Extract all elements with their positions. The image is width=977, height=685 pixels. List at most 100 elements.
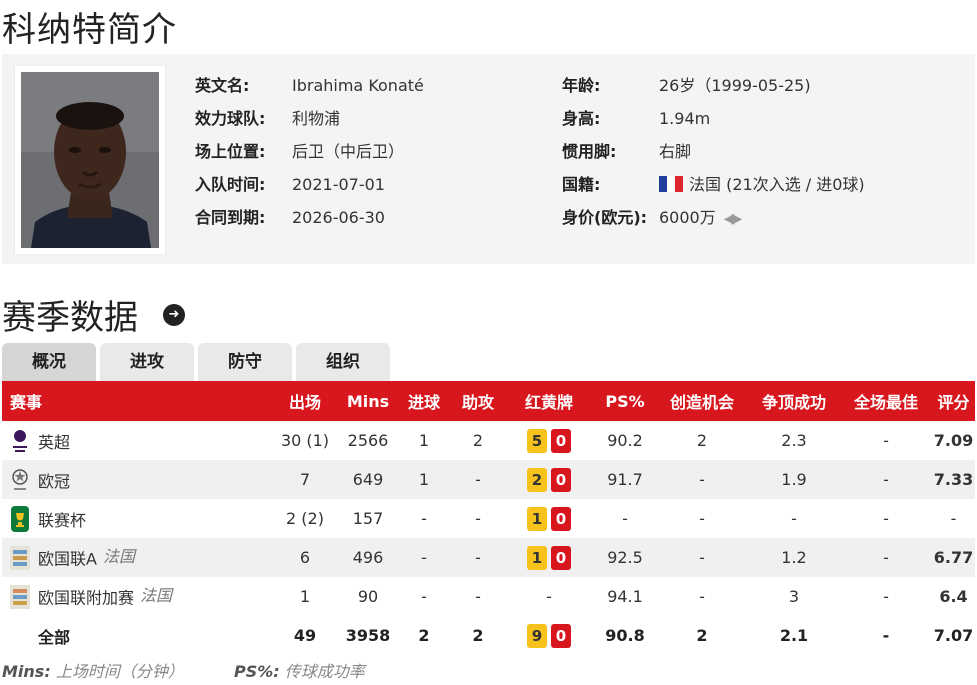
apps-cell: 49 (293, 626, 317, 645)
pass-pct-cell: 90.2 (607, 431, 643, 450)
aerials-cell: 1.9 (748, 460, 840, 499)
goals-cell: - (421, 509, 427, 528)
col-apps: 出场 (270, 381, 340, 421)
champions-league-icon (8, 466, 32, 494)
player-photo (21, 72, 159, 248)
rating-cell: 7.07 (933, 626, 974, 645)
rating-cell: 7.09 (933, 431, 974, 450)
red-card-badge: 0 (551, 467, 571, 492)
cards-cell: - (546, 587, 552, 606)
motm-cell: - (840, 460, 932, 499)
competition-cell: 英超 (2, 421, 270, 460)
tab-passing[interactable]: 组织 (296, 343, 390, 381)
tab-defense[interactable]: 防守 (198, 343, 292, 381)
aerials-cell: - (791, 509, 797, 528)
rating-cell: - (950, 509, 957, 528)
yellow-card-badge: 5 (527, 428, 547, 453)
competition-cell: 欧国联附加赛 法国 (2, 577, 270, 616)
competition-cell: 欧国联A 法国 (2, 538, 270, 577)
red-card-badge: 0 (551, 506, 571, 531)
league-cup-icon (8, 505, 32, 533)
pass-pct-cell: - (622, 509, 628, 528)
competition-cell: 欧冠 (2, 460, 270, 499)
apps-cell: 30 (1) (280, 431, 330, 450)
profile-left-value-1: 利物浦 (292, 109, 341, 128)
yellow-card-badge: 1 (527, 506, 547, 531)
france-flag-icon (659, 176, 683, 192)
premier-league-icon (8, 427, 32, 455)
assists-cell: 2 (472, 431, 484, 450)
tab-overview[interactable]: 概况 (2, 343, 96, 381)
assists-cell: - (452, 538, 504, 577)
table-row[interactable]: 英超 30 (1) 2566 1 2 5 0 90.2 2 2.3 - 7.09 (2, 421, 975, 460)
cards-cell: 90 (504, 616, 594, 655)
competition-name[interactable]: 英超 (38, 433, 70, 452)
season-stats-title: 赛季数据 (2, 298, 138, 338)
footnote-mins-key: Mins: (2, 662, 51, 681)
col-goals: 进球 (396, 381, 452, 421)
col-assists: 助攻 (452, 381, 504, 421)
table-header-row: 赛事 出场 Mins 进球 助攻 红黄牌 PS% 创造机会 争顶成功 全场最佳 … (2, 381, 975, 421)
mins-cell: 90 (357, 587, 379, 606)
competition-name[interactable]: 欧国联A (38, 550, 97, 569)
mins-cell: 649 (340, 460, 396, 499)
aerials-cell: 2.1 (779, 626, 809, 645)
assists-cell: - (475, 587, 481, 606)
profile-right-value-2: 右脚 (659, 142, 692, 161)
profile-right-value-4: 6000万 ◀▶ (659, 208, 742, 229)
profile-left-label-0: 英文名: (195, 76, 250, 95)
profile-right-label-1: 身高: (562, 109, 601, 128)
trend-arrows-icon[interactable]: ◀▶ (724, 209, 742, 229)
competition-team: 法国 (140, 586, 173, 606)
col-cards: 红黄牌 (504, 381, 594, 421)
page-title: 科纳特简介 (2, 10, 177, 50)
cards-cell: 20 (504, 460, 594, 499)
col-rating: 评分 (932, 381, 975, 421)
player-profile-card: 英文名: Ibrahima Konaté 效力球队: 利物浦 场上位置: 后卫（中后卫） 入… (2, 54, 975, 264)
assists-cell: - (452, 460, 504, 499)
yellow-card-badge: 2 (527, 467, 547, 492)
nations-league-icon (8, 544, 32, 572)
competition-name[interactable]: 欧国联附加赛 (38, 589, 134, 608)
goals-cell: 1 (396, 460, 452, 499)
total-label: 全部 (38, 627, 71, 647)
pass-pct-cell: 92.5 (594, 538, 656, 577)
arrow-right-icon[interactable]: ➜ (163, 304, 185, 326)
mins-cell: 3958 (345, 626, 391, 645)
chances-cell: - (656, 538, 748, 577)
apps-cell: 6 (270, 538, 340, 577)
assists-cell: - (475, 509, 481, 528)
red-card-badge: 0 (551, 623, 571, 648)
pass-pct-cell: 91.7 (594, 460, 656, 499)
profile-right-label-3: 国籍: (562, 175, 601, 194)
nations-league-playoff-icon (8, 583, 32, 611)
profile-right-value-0: 26岁（1999-05-25) (659, 76, 811, 95)
competition-name[interactable]: 联赛杯 (38, 511, 86, 530)
profile-left-value-0: Ibrahima Konaté (292, 76, 424, 95)
chances-cell: 2 (696, 431, 708, 450)
motm-cell: - (883, 587, 889, 606)
footnote-mins-desc: 上场时间（分钟） (55, 662, 184, 681)
profile-left-label-4: 合同到期: (195, 208, 266, 227)
motm-cell: - (883, 509, 889, 528)
season-stats-table: 赛事 出场 Mins 进球 助攻 红黄牌 PS% 创造机会 争顶成功 全场最佳 … (2, 381, 975, 655)
competition-cell: 联赛杯 (2, 499, 270, 538)
red-card-badge: 0 (551, 545, 571, 570)
motm-cell: - (883, 431, 889, 450)
table-row[interactable]: 欧国联附加赛 法国 1 90 - - - 94.1 - 3 - 6.4 (2, 577, 975, 616)
competition-name[interactable]: 欧冠 (38, 472, 70, 491)
motm-cell: - (882, 626, 890, 645)
table-row[interactable]: 联赛杯 2 (2) 157 - - 1 0 - - - - - (2, 499, 975, 538)
pass-pct-cell: 90.8 (605, 626, 645, 645)
aerials-cell: 1.2 (748, 538, 840, 577)
competition-team: 法国 (102, 547, 135, 567)
tab-attack[interactable]: 进攻 (100, 343, 194, 381)
chances-cell: - (656, 460, 748, 499)
goals-cell: - (421, 587, 427, 606)
table-row[interactable]: 欧冠 7 649 1-2 0 91.7-1.9-7.33 (2, 460, 975, 499)
apps-cell: 7 (270, 460, 340, 499)
profile-right-label-2: 惯用脚: (562, 142, 617, 161)
col-motm: 全场最佳 (840, 381, 932, 421)
table-row[interactable]: 欧国联A 法国 6 496- -1 0 92.5-1.2-6.77 (2, 538, 975, 577)
col-chances: 创造机会 (656, 381, 748, 421)
